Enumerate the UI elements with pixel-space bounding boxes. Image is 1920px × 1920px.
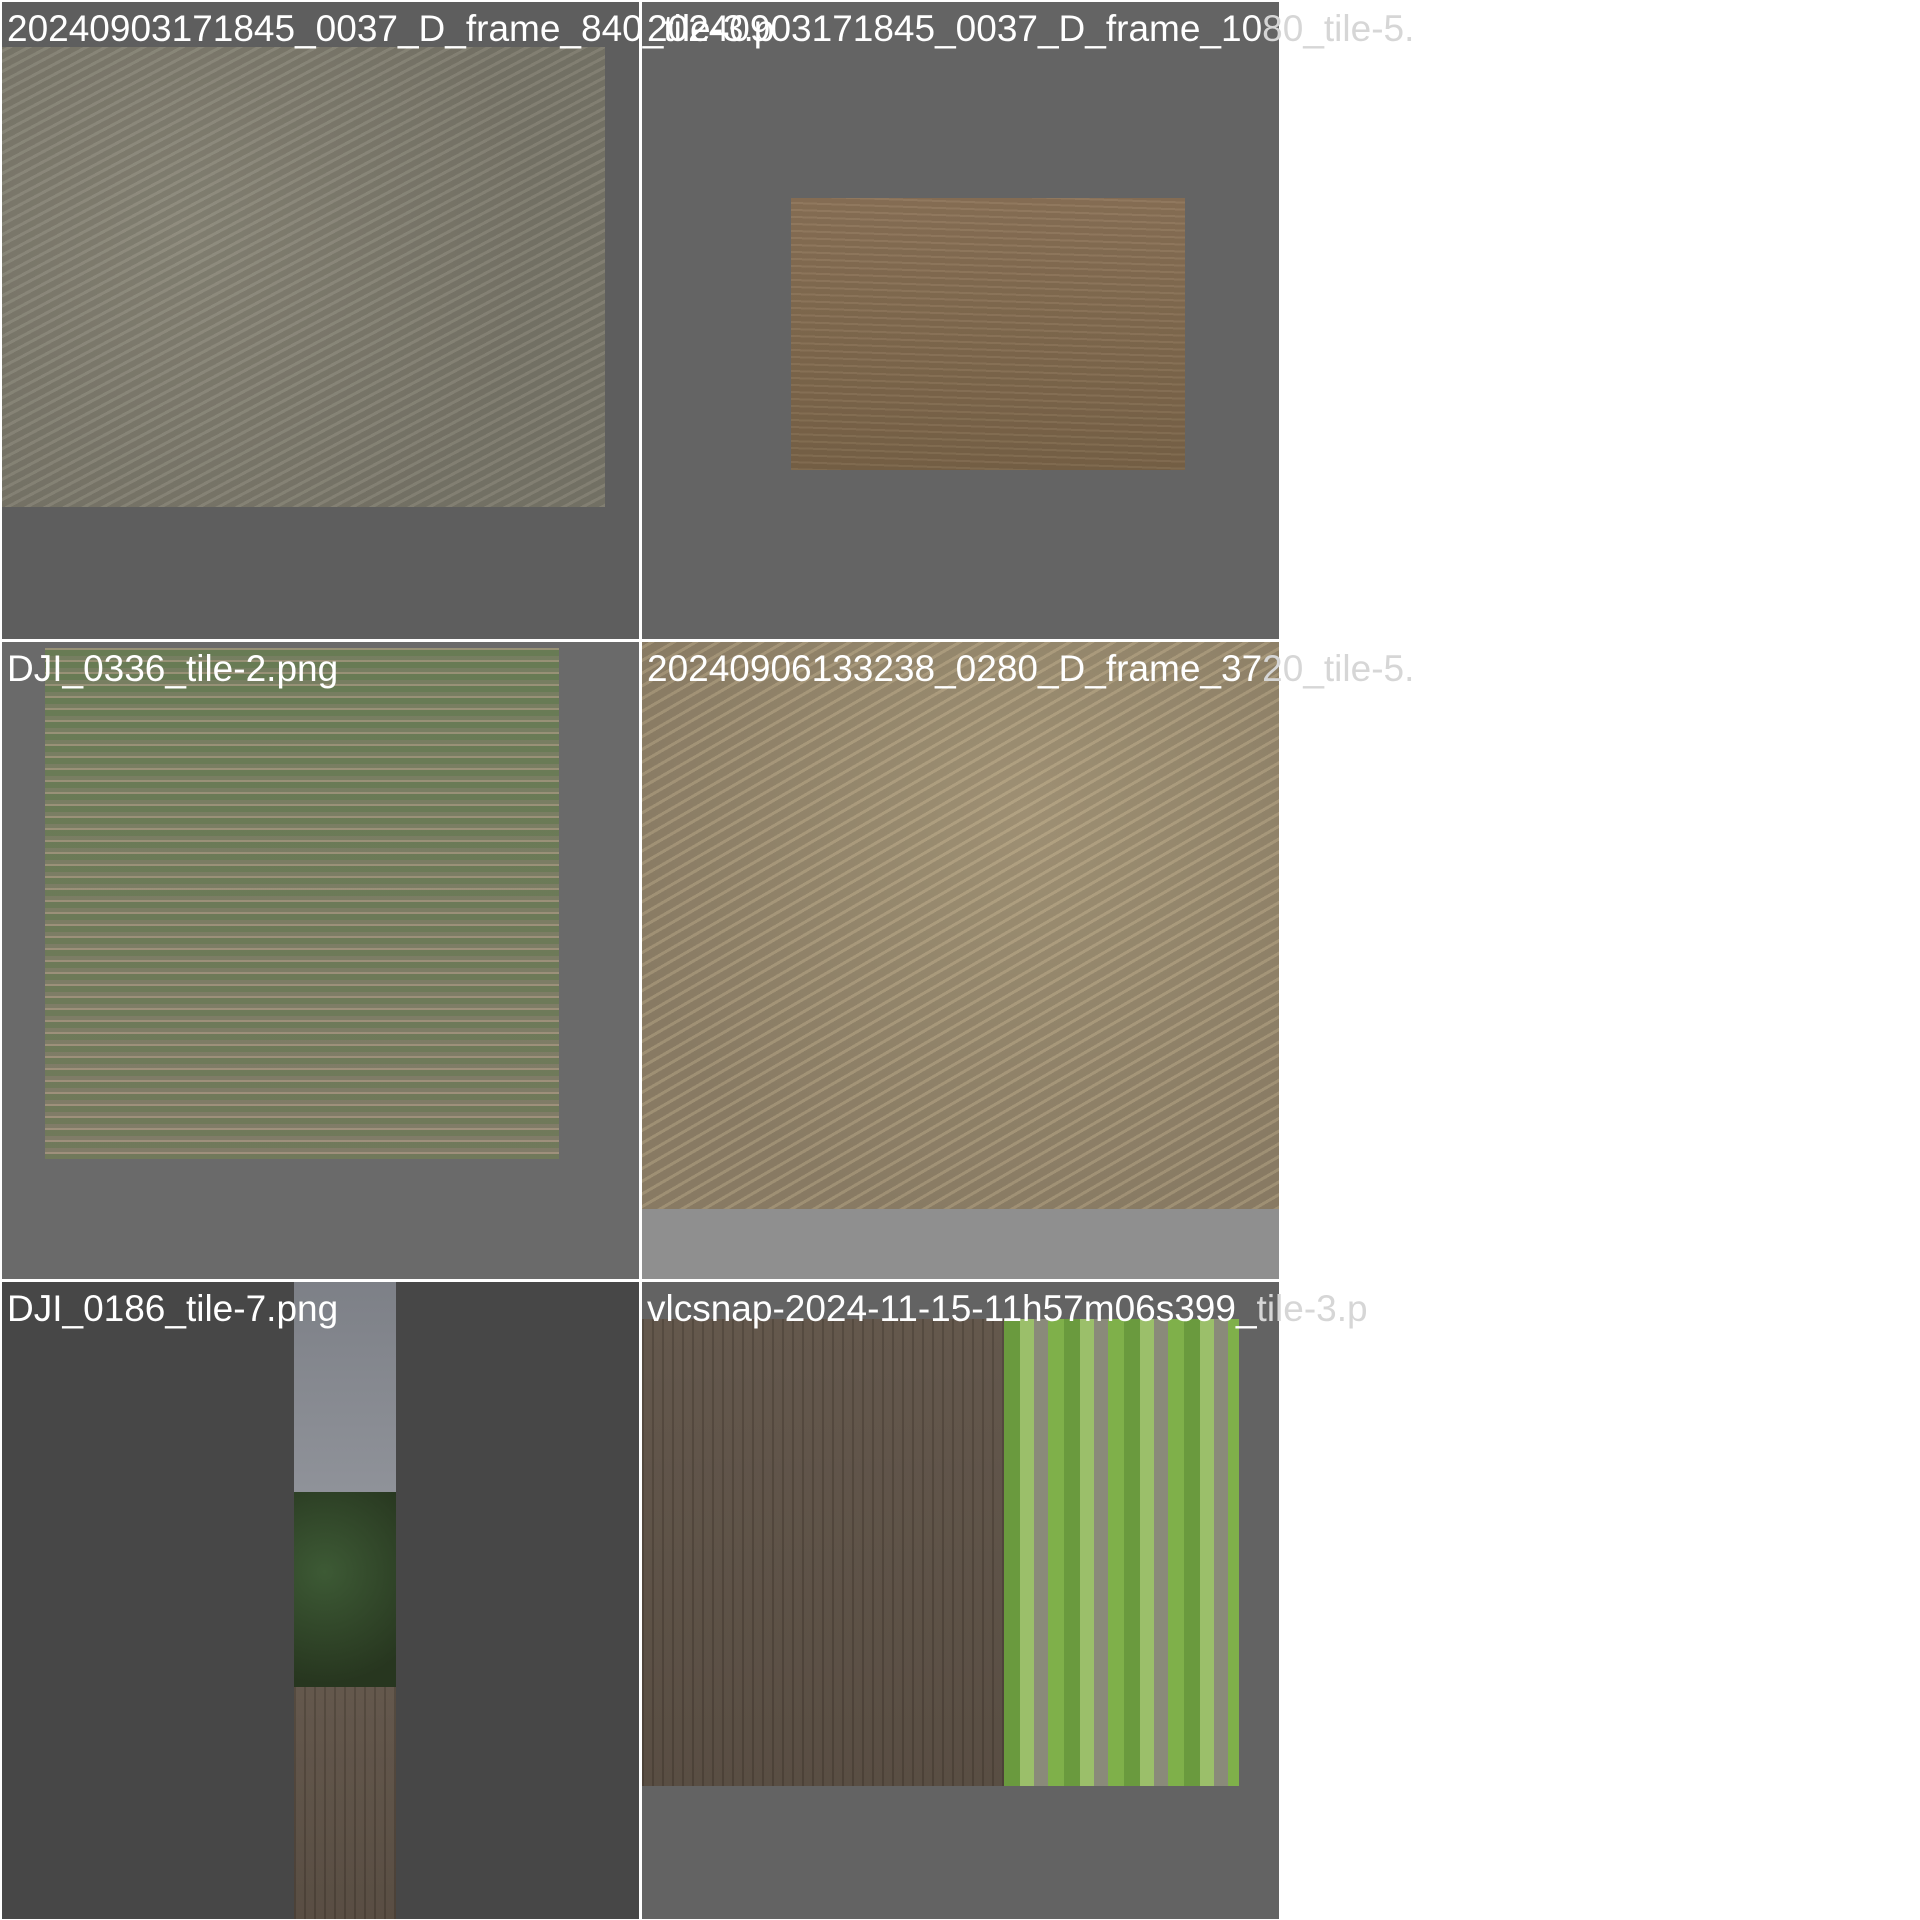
grid-tile-5: DJI_0186_tile-7.png [2,1282,639,1919]
tile-caption-text: 20240903171845_0037_D_frame_10 [647,8,1263,49]
field-edge-photo [642,1319,1239,1786]
image-grid: 20240903171845_0037_D_frame_840_tile-3.p… [0,0,1920,1920]
tile-caption-overflow: 20_tile-5. [1262,648,1415,689]
grid-tile-6: vlcsnap-2024-11-15-11h57m06s399_tile-3.p [642,1282,1368,1919]
landscape-photo [294,1282,396,1919]
tree-line [294,1492,396,1692]
tile-caption: vlcsnap-2024-11-15-11h57m06s399_tile-3.p [647,1286,1368,1332]
tile-caption-overflow: 80_tile-5. [1262,8,1415,49]
grass-strip [1004,1319,1239,1786]
tile-caption-text: vlcsnap-2024-11-15-11h57m06s399_ [647,1288,1257,1329]
tile-caption-text: DJI_0336_tile-2.png [7,648,339,689]
grid-tile-3: DJI_0336_tile-2.png [2,642,639,1279]
field-photo [642,642,1279,1209]
tile-caption: DJI_0186_tile-7.png [7,1286,338,1332]
grid-tile-2: 20240903171845_0037_D_frame_1080_tile-5. [642,2,1414,639]
crop-field-photo [45,648,559,1159]
grid-tile-4: 20240906133238_0280_D_frame_3720_tile-5. [642,642,1414,1279]
tile-caption-overflow: tile-3.p [1256,1288,1368,1329]
tile-caption: DJI_0336_tile-2.png [7,646,338,692]
plowed-soil-area [642,1319,1004,1786]
field-photo [2,47,605,507]
tile-caption-text: DJI_0186_tile-7.png [7,1288,339,1329]
tile-caption-text: 20240906133238_0280_D_frame_37 [647,648,1263,689]
grid-tile-1: 20240903171845_0037_D_frame_840_tile-3.p [2,2,774,639]
tile-caption: 20240903171845_0037_D_frame_1080_tile-5. [647,6,1414,52]
tile-caption: 20240906133238_0280_D_frame_3720_tile-5. [647,646,1414,692]
soil-area [294,1687,396,1919]
field-photo [791,198,1185,470]
